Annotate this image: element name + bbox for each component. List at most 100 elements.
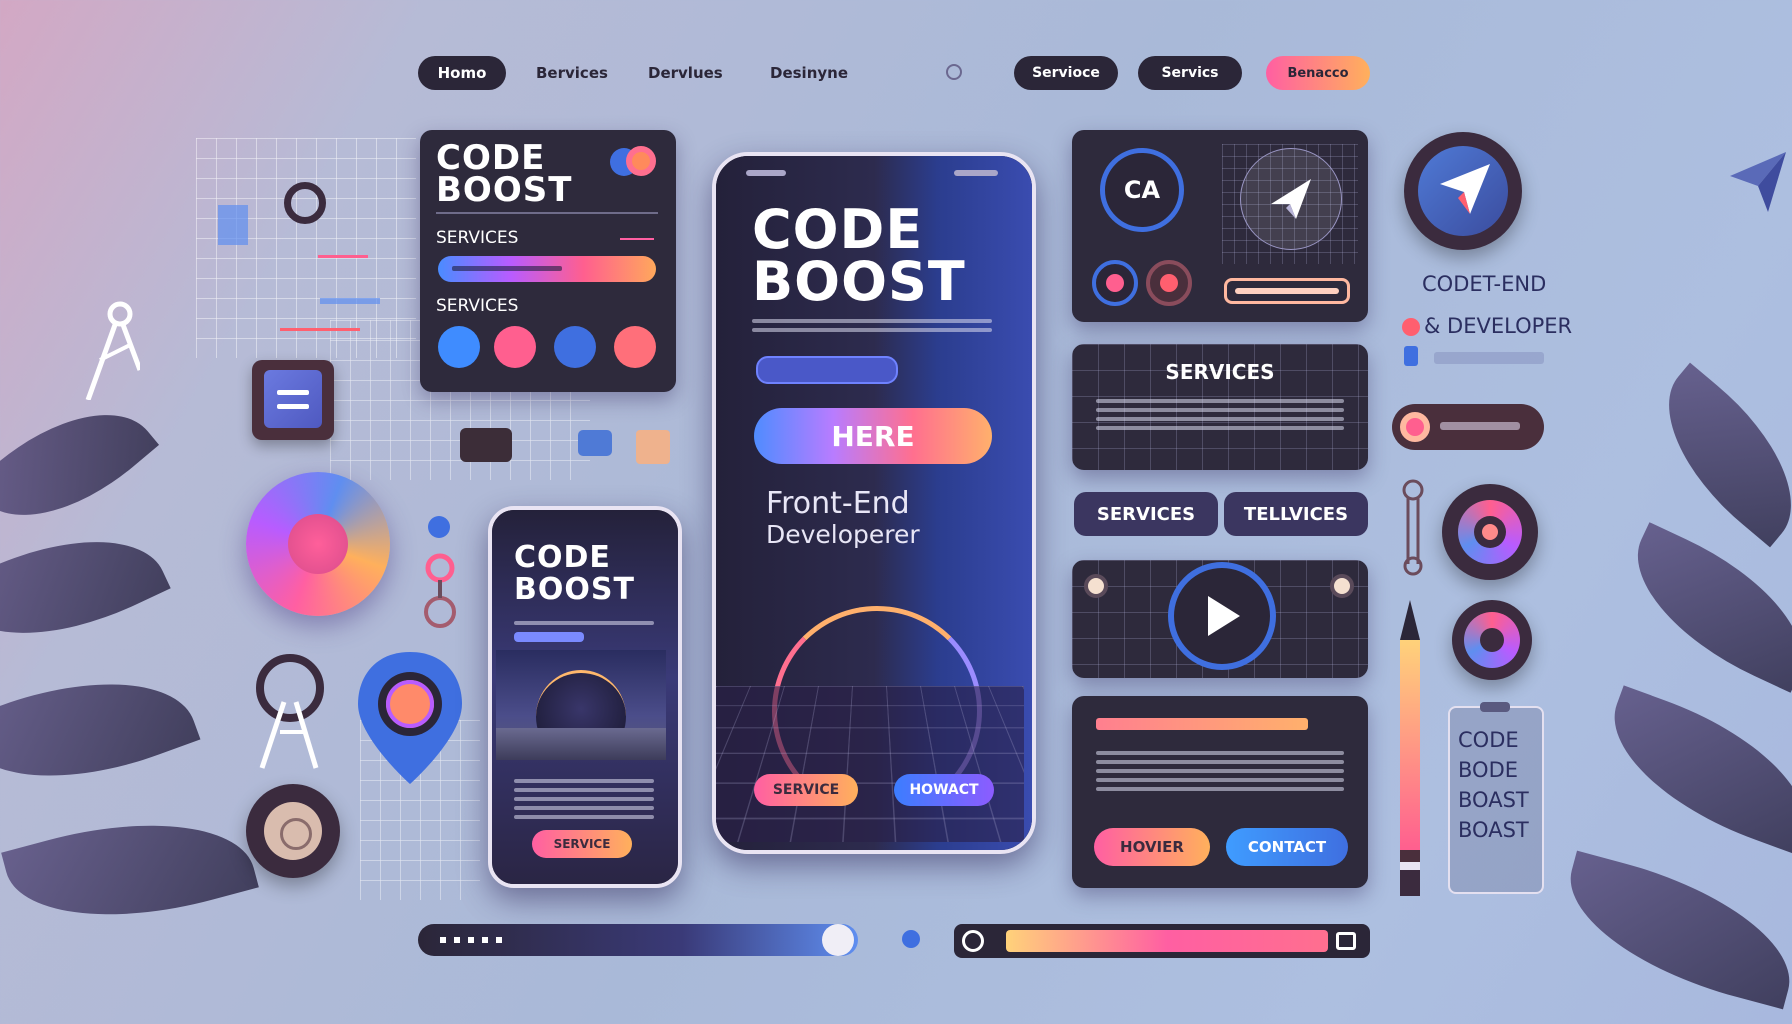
round-button-dark[interactable] — [246, 784, 340, 878]
side-text-2: & DEVELOPER — [1424, 314, 1573, 338]
main-phone-intro — [752, 314, 992, 337]
contact-card-heading — [1096, 718, 1308, 730]
blue-line — [320, 298, 380, 304]
small-phone-service-button[interactable]: SERVICE — [532, 830, 632, 858]
nav-dot-icon — [946, 64, 962, 80]
bottom-slider-right-knob[interactable] — [962, 930, 984, 952]
leaf-right-1 — [1632, 362, 1792, 548]
nav-item-2[interactable]: Bervices — [536, 64, 608, 82]
badge-clip — [1480, 702, 1510, 712]
main-phone-hero-scene: SERVICE HOWACT — [716, 576, 1024, 842]
nav-services2-button[interactable]: Servics — [1138, 56, 1242, 90]
service-icon-3[interactable] — [554, 326, 596, 368]
main-phone-here-button[interactable]: HERE — [754, 408, 992, 464]
card-label-services-1: SERVICES — [436, 228, 519, 248]
main-phone-screen: CODE BOOST HERE Front-End Developerer SE… — [716, 156, 1032, 850]
brand-icon-2[interactable] — [1146, 260, 1192, 306]
badge-line-3: BOAST — [1458, 788, 1529, 812]
video-dot-right — [1330, 574, 1354, 598]
target-button-2[interactable] — [1452, 600, 1532, 680]
paper-plane-badge — [1240, 148, 1342, 250]
small-phone-screen: CODE BOOST SERVICE — [492, 510, 678, 884]
leaf-right-3 — [1589, 685, 1792, 855]
main-phone-service-button[interactable]: SERVICE — [754, 774, 858, 806]
pink-line — [318, 255, 368, 258]
pencil-icon — [1398, 600, 1422, 900]
side-faded-text — [1434, 352, 1544, 364]
service-icon-2[interactable] — [494, 326, 536, 368]
small-phone-title-2: BOOST — [514, 572, 635, 607]
main-phone-mockup: CODE BOOST HERE Front-End Developerer SE… — [712, 152, 1036, 854]
navigation-badge — [1404, 132, 1522, 250]
small-phone-title-1: CODE — [514, 540, 611, 575]
bottom-slider-right[interactable] — [954, 924, 1370, 958]
ring-icon — [284, 182, 326, 224]
play-button[interactable] — [1168, 562, 1276, 670]
badge-line-2: BODE — [1458, 758, 1519, 782]
nav-cta-button[interactable]: Benacco — [1266, 56, 1370, 90]
small-phone-chip — [514, 632, 584, 642]
contact-card-text — [1096, 746, 1344, 796]
side-icon-blue — [1404, 346, 1418, 366]
main-phone-contact-button[interactable]: HOWACT — [894, 774, 994, 806]
tab-services[interactable]: SERVICES — [1074, 492, 1218, 536]
contact-card: HOVIER CONTACT — [1072, 696, 1368, 888]
nav-home[interactable]: Homo — [418, 56, 506, 90]
brand-input-field[interactable] — [1224, 278, 1350, 304]
blue-block — [218, 205, 248, 245]
video-card — [1072, 560, 1368, 678]
bottom-slider-right-fill — [1006, 930, 1328, 952]
leaf-left-4 — [1, 790, 259, 950]
small-phone-paragraph — [514, 774, 654, 824]
contact-card-contact-button[interactable]: CONTACT — [1226, 828, 1348, 866]
card-search-input[interactable] — [438, 256, 656, 282]
main-phone-subtitle-1: Front-End — [766, 486, 910, 521]
side-text-1: CODET-END — [1422, 272, 1547, 296]
brand-card: CA — [1072, 130, 1368, 322]
small-phone-mockup: CODE BOOST SERVICE — [488, 506, 682, 888]
card-pink-line — [620, 238, 654, 240]
side-toggle-pill[interactable] — [1392, 404, 1544, 450]
location-pin-icon — [354, 648, 466, 788]
badge-card: CODE BODE BOAST BOAST — [1448, 702, 1544, 894]
main-phone-title-2: BOOST — [752, 250, 966, 313]
ca-badge[interactable]: CA — [1100, 148, 1184, 232]
main-phone-tag — [756, 356, 898, 384]
services-card: SERVICES — [1072, 344, 1368, 470]
badge-line-4: BOAST — [1458, 818, 1529, 842]
card-title-line2: BOOST — [436, 170, 573, 210]
services-card-text — [1096, 394, 1344, 435]
service-icon-4[interactable] — [614, 326, 656, 368]
nav-item-3[interactable]: Dervlues — [648, 64, 723, 82]
nav-services-button[interactable]: Servioce — [1014, 56, 1118, 90]
main-phone-title-1: CODE — [752, 198, 924, 261]
leaf-left-1 — [0, 375, 160, 555]
leaf-left-2 — [0, 502, 171, 673]
bottom-slider-left-knob[interactable] — [822, 924, 854, 956]
key-ring-icon — [420, 552, 460, 632]
menu-icon-button[interactable] — [252, 360, 334, 440]
gradient-orb — [246, 472, 390, 616]
leaf-right-2 — [1609, 522, 1792, 693]
red-line — [280, 328, 360, 331]
small-blue-dot — [428, 516, 450, 538]
leaf-right-4 — [1551, 850, 1792, 1010]
main-phone-subtitle-2: Developerer — [766, 520, 920, 549]
video-dot-left — [1084, 574, 1108, 598]
card-toggle-icon-2[interactable] — [626, 146, 656, 176]
tab-tellvices[interactable]: TELLVICES — [1224, 492, 1368, 536]
nav-item-4[interactable]: Desinyne — [770, 64, 848, 82]
small-phone-text — [514, 616, 654, 630]
bottom-slider-left[interactable] — [418, 924, 858, 956]
badge-line-1: CODE — [1458, 728, 1519, 752]
side-icon-red — [1402, 318, 1420, 336]
contact-card-hover-button[interactable]: HOVIER — [1094, 828, 1210, 866]
brand-icon-1[interactable] — [1092, 260, 1138, 306]
bottom-slider-left-dots — [440, 937, 510, 943]
play-icon — [1208, 596, 1240, 636]
orange-chip — [636, 430, 670, 464]
compass-small-icon — [250, 652, 330, 772]
target-button-1[interactable] — [1442, 484, 1538, 580]
service-icon-1[interactable] — [438, 326, 480, 368]
small-phone-hero — [496, 650, 666, 760]
